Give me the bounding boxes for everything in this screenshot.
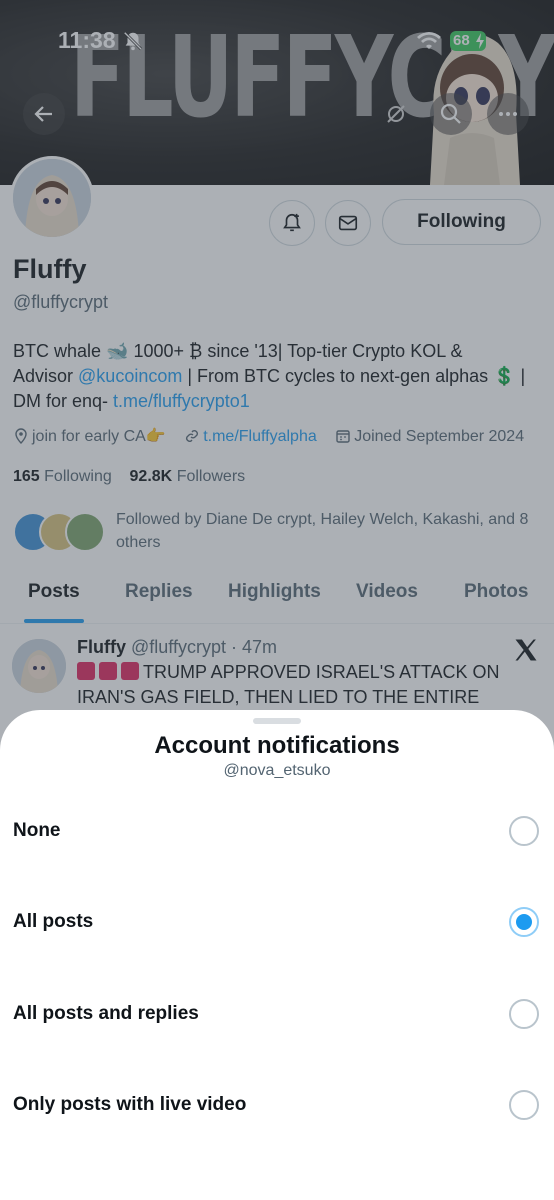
radio-button[interactable] (509, 816, 539, 846)
radio-button-selected[interactable] (509, 907, 539, 937)
radio-button[interactable] (509, 999, 539, 1029)
option-all-posts[interactable]: All posts (0, 883, 554, 963)
sheet-subtitle: @nova_etsuko (223, 762, 331, 779)
radio-button[interactable] (509, 1090, 539, 1120)
option-label: All posts (13, 911, 94, 932)
option-none[interactable]: None (0, 792, 554, 872)
sheet-title: Account notifications (154, 732, 400, 759)
option-live-video-only[interactable]: Only posts with live video (0, 1066, 554, 1146)
option-label: Only posts with live video (13, 1094, 247, 1115)
option-label: None (13, 820, 61, 841)
account-notifications-sheet: Account notifications @nova_etsuko None … (0, 710, 554, 1200)
option-all-posts-and-replies[interactable]: All posts and replies (0, 975, 554, 1055)
sheet-grabber[interactable] (253, 718, 301, 724)
option-label: All posts and replies (13, 1003, 199, 1024)
